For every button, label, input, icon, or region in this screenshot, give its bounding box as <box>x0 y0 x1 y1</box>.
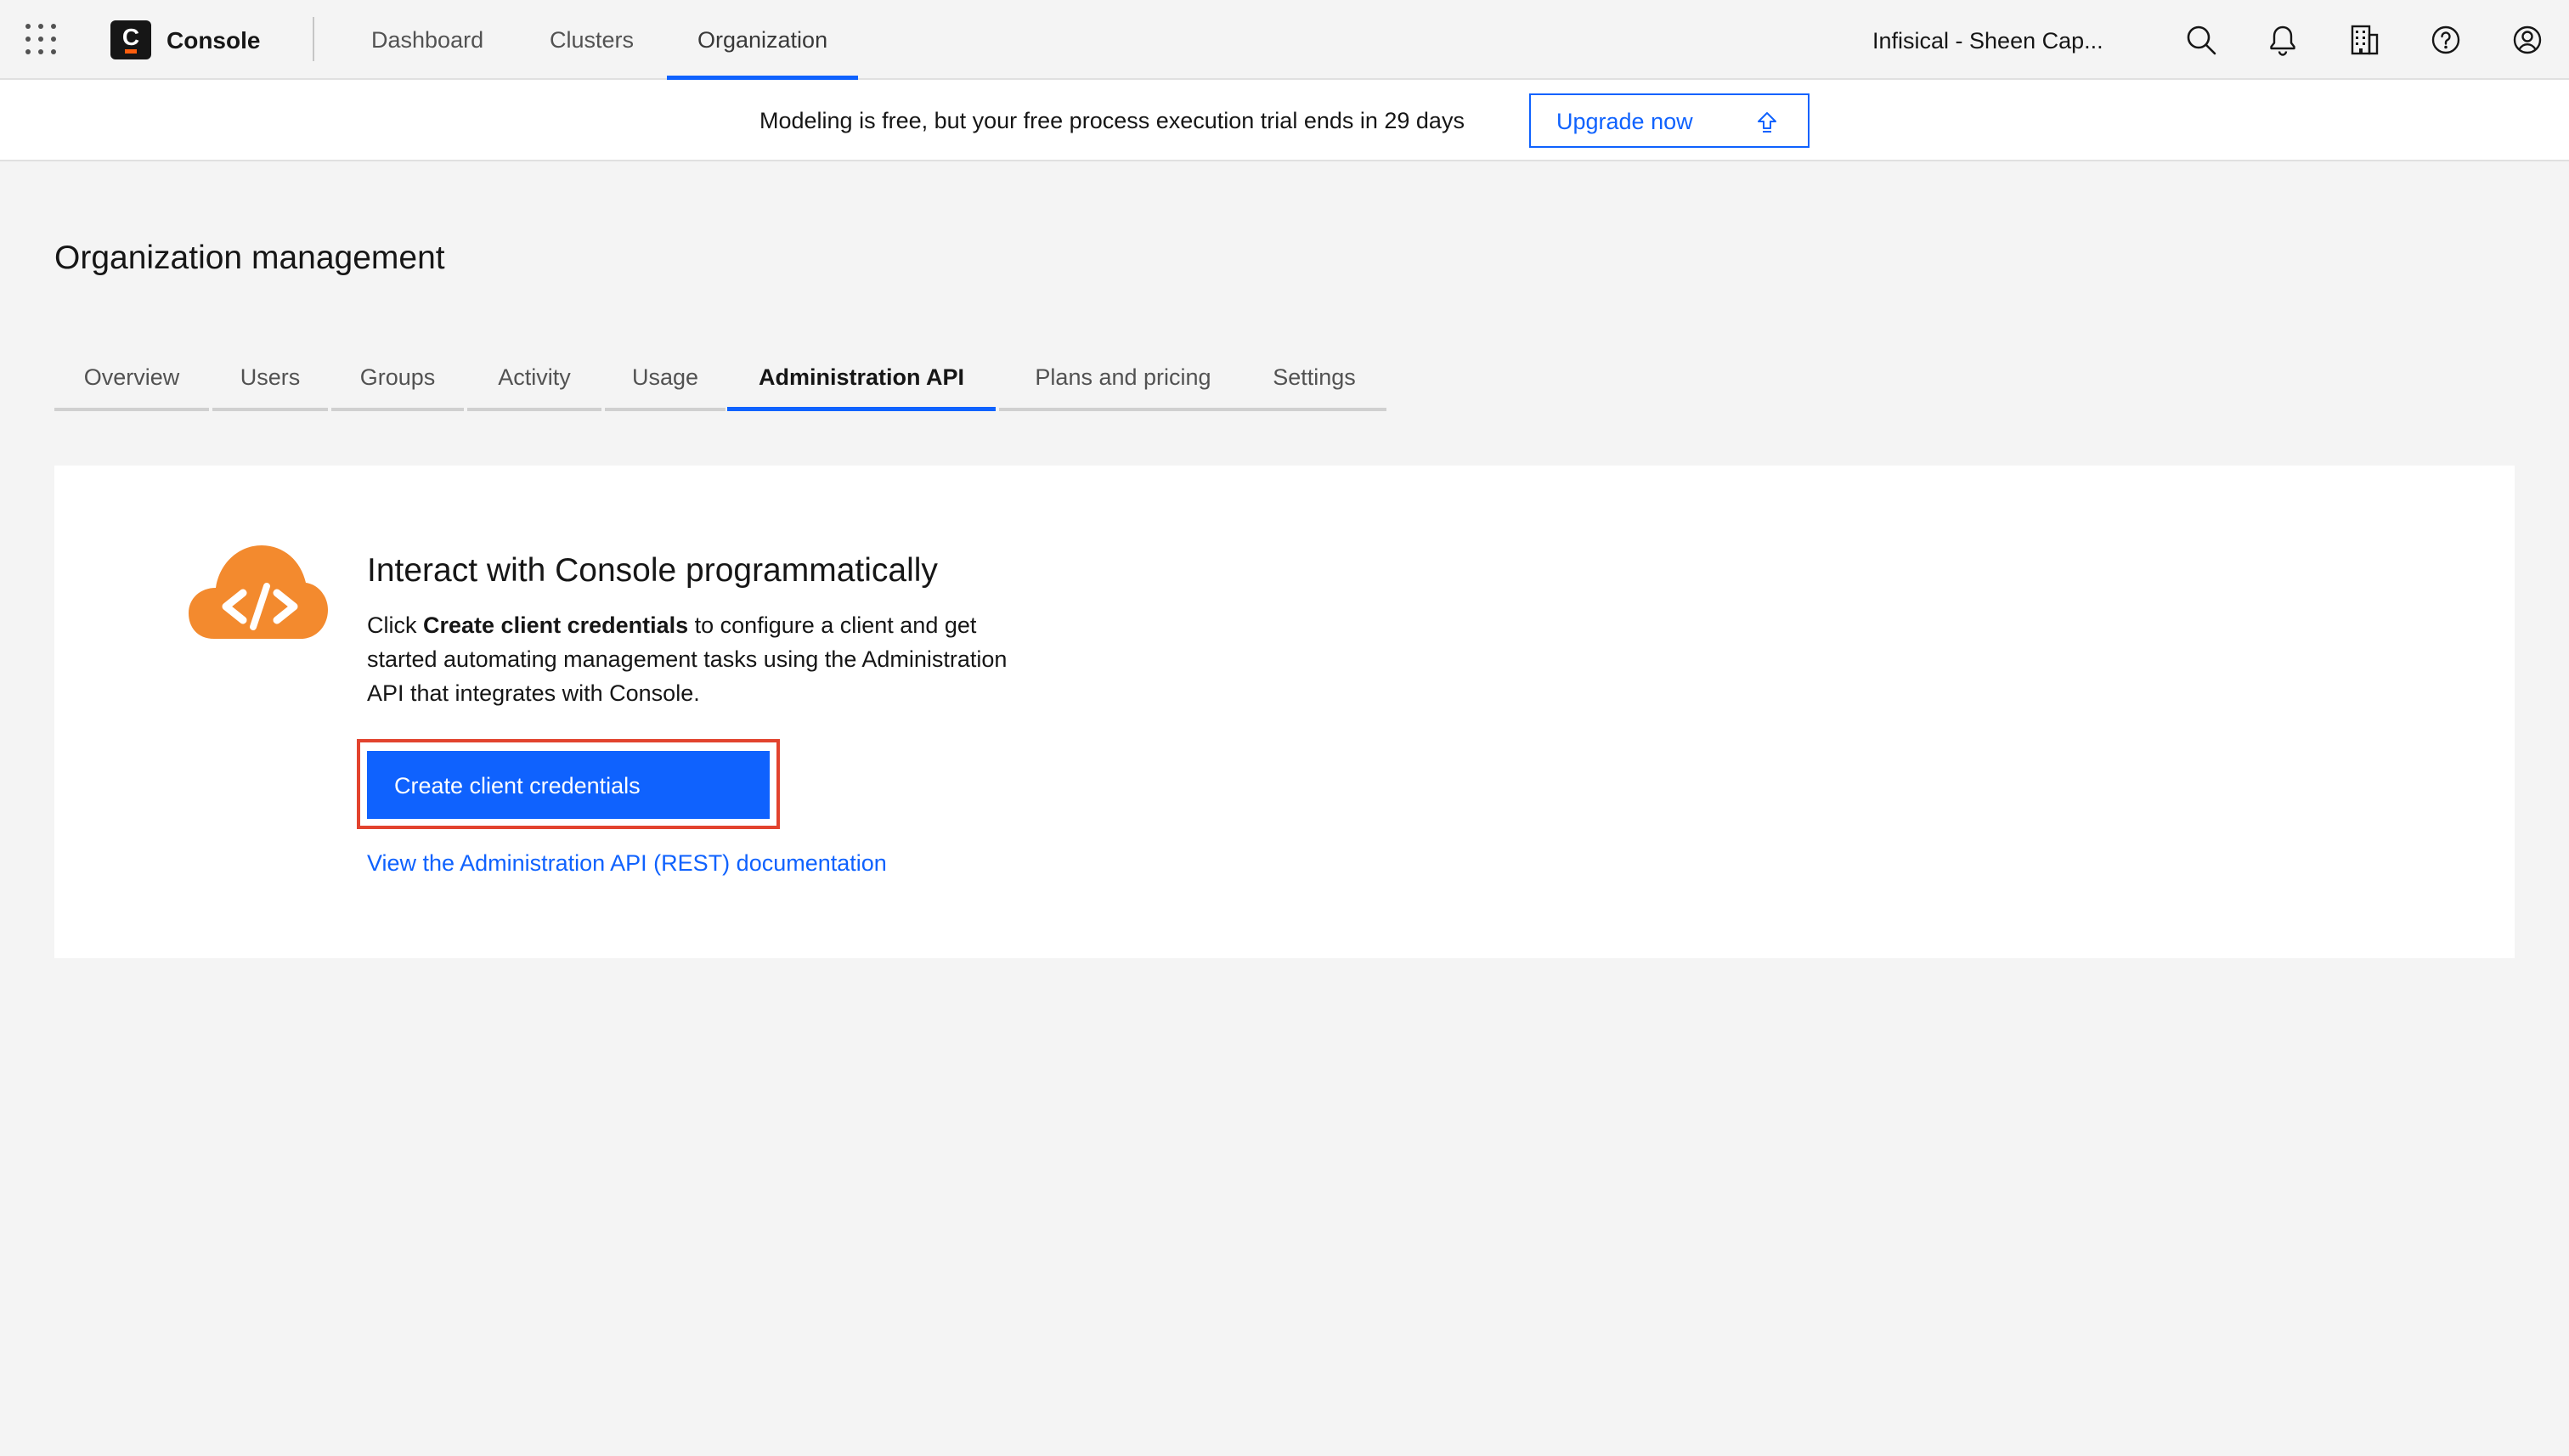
tab-users[interactable]: Users <box>212 350 328 411</box>
console-logo[interactable]: C <box>110 20 151 59</box>
upgrade-now-button[interactable]: Upgrade now <box>1529 93 1810 148</box>
header-divider <box>313 17 314 61</box>
organization-building-icon[interactable] <box>2345 20 2384 59</box>
cloud-code-icon <box>189 544 328 641</box>
card-heading: Interact with Console programmatically <box>367 552 938 589</box>
create-client-credentials-button[interactable]: Create client credentials <box>367 751 770 819</box>
tab-groups[interactable]: Groups <box>331 350 464 411</box>
tab-overview[interactable]: Overview <box>54 350 209 411</box>
tab-plans-and-pricing[interactable]: Plans and pricing <box>999 350 1247 411</box>
upgrade-now-label: Upgrade now <box>1556 109 1693 134</box>
tab-activity[interactable]: Activity <box>467 350 601 411</box>
nav-clusters[interactable]: Clusters <box>519 0 664 78</box>
page-title: Organization management <box>54 240 445 276</box>
desc-bold: Create client credentials <box>423 612 689 638</box>
help-icon[interactable] <box>2426 20 2465 59</box>
nav-dashboard[interactable]: Dashboard <box>341 0 514 78</box>
notification-bell-icon[interactable] <box>2263 20 2302 59</box>
trial-message: Modeling is free, but your free process … <box>759 108 1465 133</box>
user-avatar-icon[interactable] <box>2508 20 2547 59</box>
trial-banner: Modeling is free, but your free process … <box>0 80 2569 161</box>
app-switcher-icon[interactable] <box>24 22 58 56</box>
tab-administration-api[interactable]: Administration API <box>727 350 996 411</box>
admin-api-documentation-link[interactable]: View the Administration API (REST) docum… <box>367 846 887 880</box>
tab-settings[interactable]: Settings <box>1242 350 1386 411</box>
organization-switcher[interactable]: Infisical - Sheen Cap... <box>1872 24 2103 58</box>
upgrade-arrow-icon <box>1755 110 1779 134</box>
tab-usage[interactable]: Usage <box>605 350 726 411</box>
search-icon[interactable] <box>2182 20 2221 59</box>
desc-prefix: Click <box>367 612 423 638</box>
app-name[interactable]: Console <box>167 24 260 58</box>
nav-organization[interactable]: Organization <box>667 0 859 80</box>
top-header: C Console Dashboard Clusters Organizatio… <box>0 0 2569 80</box>
card-description: Click Create client credentials to confi… <box>367 608 1038 710</box>
administration-api-card <box>54 466 2515 958</box>
